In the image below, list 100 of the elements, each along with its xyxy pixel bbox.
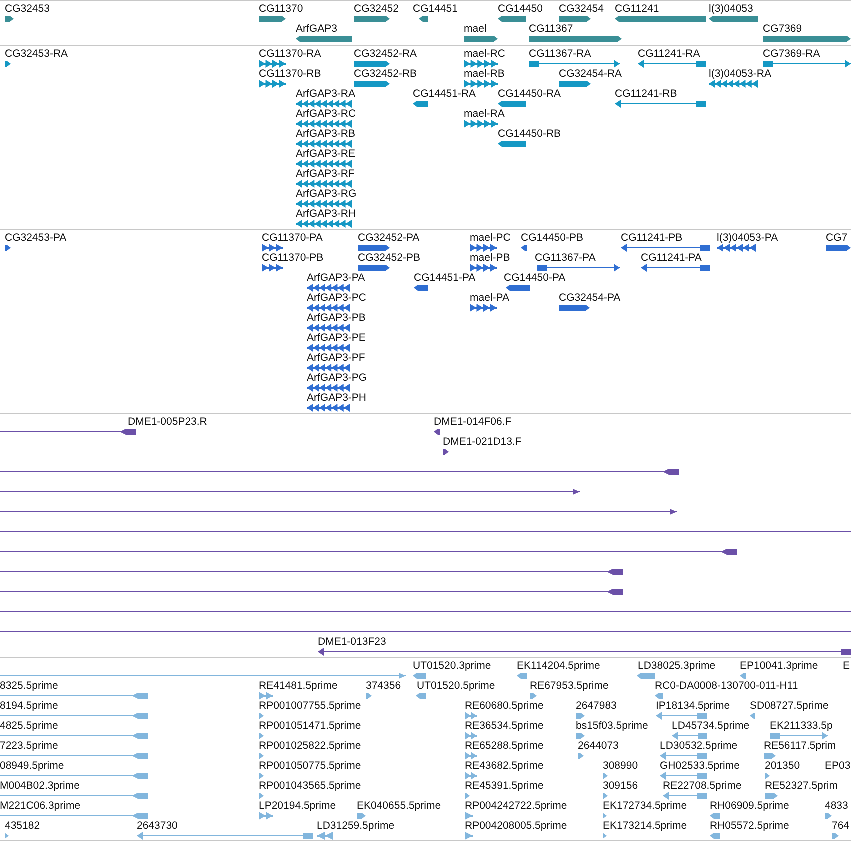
feature-label: ArfGAP3-RH xyxy=(296,208,356,221)
feature-label: 8194.5prime xyxy=(0,700,58,713)
feature-label: RC0-DA0008-130700-011-H11 xyxy=(655,680,798,693)
feature-label: l(3)04053-PA xyxy=(717,232,778,245)
feature-label: RP001025822.5prime xyxy=(259,740,362,753)
feature-label: LD45734.5prime xyxy=(672,720,750,733)
feature-label: CG11370-RA xyxy=(259,48,322,61)
feature-label: CG11370-RB xyxy=(259,68,322,81)
feature-label: DME1-013F23 xyxy=(318,636,386,649)
feature-label: l(3)04053-RA xyxy=(709,68,772,81)
feature-label: ArfGAP3-RF xyxy=(296,168,355,181)
feature-label: CG14450-RB xyxy=(498,128,562,141)
feature-label: CG32453-RA xyxy=(5,48,68,61)
feature-label: IP18134.5prime xyxy=(656,700,730,713)
feature-label: mael-RA xyxy=(464,108,505,121)
feature-label: CG32454 xyxy=(559,3,604,16)
feature-label: CG32453-PA xyxy=(5,232,67,245)
feature-label: CG11370 xyxy=(259,3,304,16)
feature-label: CG32452-RB xyxy=(354,68,418,81)
feature-label: RP001043565.5prime xyxy=(259,780,362,793)
feature-label: CG32452-RA xyxy=(354,48,418,61)
feature-label: mael-PC xyxy=(470,232,511,245)
feature-label: RE43682.5prime xyxy=(465,760,544,773)
feature-label: 201350 xyxy=(765,760,800,773)
feature-label: RH05572.5prime xyxy=(710,820,790,833)
feature-label: RE41481.5prime xyxy=(259,680,338,693)
feature-label: CG32454-PA xyxy=(559,292,621,305)
feature-label: CG32452-PB xyxy=(358,252,420,265)
feature-label: CG7 xyxy=(826,232,848,245)
feature-label: bs15f03.5prime xyxy=(576,720,648,733)
feature-label: UT01520.3prime xyxy=(413,660,492,673)
feature-label: RP001051471.5prime xyxy=(259,720,362,733)
feature-label: CG14451 xyxy=(413,3,458,16)
feature-label: CG14451-RA xyxy=(413,88,476,101)
feature-label: CG7369 xyxy=(763,23,802,36)
feature-label: EP10041.3prime xyxy=(740,660,818,673)
feature-label: M004B02.3prime xyxy=(0,780,80,793)
feature-label: CG7369-RA xyxy=(763,48,820,61)
feature-label: l(3)04053 xyxy=(709,3,754,16)
feature-label: EK040655.5prime xyxy=(357,800,442,813)
feature-label: RE65288.5prime xyxy=(465,740,544,753)
feature-label: 2643730 xyxy=(137,820,178,833)
feature-label: RP001007755.5prime xyxy=(259,700,362,713)
feature-label: DME1-021D13.F xyxy=(443,436,522,449)
feature-label: UT01520.5prime xyxy=(417,680,496,693)
feature-label: RH06909.5prime xyxy=(710,800,790,813)
feature-label: LD38025.3prime xyxy=(638,660,716,673)
feature-label: RE67953.5prime xyxy=(530,680,609,693)
feature-label: RE45391.5prime xyxy=(465,780,544,793)
feature-label: LD30532.5prime xyxy=(660,740,738,753)
feature-label: CG14450 xyxy=(498,3,543,16)
feature-label: RE60680.5prime xyxy=(465,700,544,713)
feature-label: CG11367 xyxy=(529,23,574,36)
feature-label: 374356 xyxy=(366,680,402,693)
feature-label: ArfGAP3-RE xyxy=(296,148,356,161)
feature-label: DME1-014F06.F xyxy=(434,416,512,429)
feature-label: CG32453 xyxy=(5,3,50,16)
feature-label: CG14450-PA xyxy=(504,272,566,285)
feature-label: LP20194.5prime xyxy=(259,800,336,813)
feature-label: 435182 xyxy=(5,820,40,833)
feature-label: ArfGAP3-RB xyxy=(296,128,356,141)
feature-label: 764 xyxy=(832,820,850,833)
feature-label: 2647983 xyxy=(576,700,617,713)
feature-label: CG14450-PB xyxy=(521,232,584,245)
feature-label: EK211333.5p xyxy=(770,720,833,733)
feature-label: RP004242722.5prime xyxy=(465,800,568,813)
feature-label: ArfGAP3-PH xyxy=(307,392,367,405)
feature-label: 08949.5prime xyxy=(0,760,64,773)
feature-label: CG11241-RB xyxy=(615,88,678,101)
feature-label: E xyxy=(843,660,850,673)
feature-label: CG11370-PA xyxy=(262,232,323,245)
feature-label: CG32452 xyxy=(354,3,399,16)
feature-label: ArfGAP3-PC xyxy=(307,292,367,305)
feature-label: ArfGAP3-PF xyxy=(307,352,366,365)
feature-label: M221C06.3prime xyxy=(0,800,81,813)
feature-label: CG11367-PA xyxy=(535,252,596,265)
feature-label: mael-RB xyxy=(464,68,505,81)
feature-label: EK172734.5prime xyxy=(603,800,688,813)
feature-label: 4825.5prime xyxy=(0,720,58,733)
feature-label: DME1-005P23.R xyxy=(128,416,208,429)
feature-label: CG11370-PB xyxy=(262,252,324,265)
feature-label: ArfGAP3 xyxy=(296,23,338,36)
feature-label: RE56117.5prim xyxy=(764,740,836,753)
feature-label: 8325.5prime xyxy=(0,680,58,693)
feature-label: CG11241-PB xyxy=(621,232,683,245)
feature-label: LD31259.5prime xyxy=(317,820,395,833)
feature-label: RP004208005.5prime xyxy=(465,820,568,833)
feature-label: ArfGAP3-PE xyxy=(307,332,366,345)
feature-label: ArfGAP3-PG xyxy=(307,372,368,385)
feature-label: mael-PA xyxy=(470,292,510,305)
feature-label: ArfGAP3-RG xyxy=(296,188,357,201)
feature-label: CG11241 xyxy=(615,3,660,16)
feature-label: CG11367-RA xyxy=(529,48,592,61)
feature-label: RP001050775.5prime xyxy=(259,760,362,773)
feature-label: EP03 xyxy=(825,760,851,773)
feature-label: 308990 xyxy=(603,760,638,773)
feature-label: ArfGAP3-PB xyxy=(307,312,366,325)
feature-label: CG32452-PA xyxy=(358,232,420,245)
feature-label: RE22708.5prime xyxy=(663,780,742,793)
feature-label: RE36534.5prime xyxy=(465,720,544,733)
